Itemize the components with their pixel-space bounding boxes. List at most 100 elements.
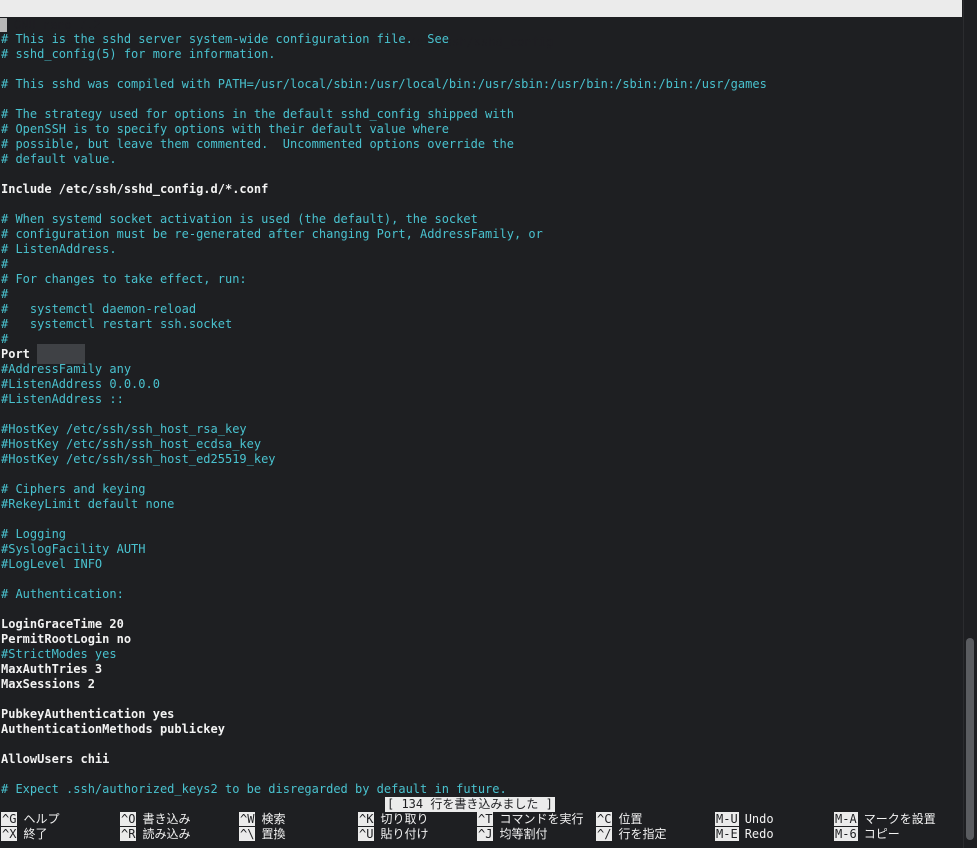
config-directive-line: MaxAuthTries 3 (1, 662, 961, 677)
comment-line: #SyslogFacility AUTH (1, 542, 961, 557)
config-directive-line: PubkeyAuthentication yes (1, 707, 961, 722)
line-text: # (1, 257, 9, 271)
scrollbar-thumb[interactable] (966, 638, 974, 840)
shortcut-key: ^W (239, 812, 256, 826)
shortcut-item: ^W 検索 (239, 812, 285, 827)
line-text: # possible, but leave them commented. Un… (1, 137, 514, 151)
shortcut-item: ^T コマンドを実行 (477, 812, 583, 827)
shortcut-key: ^K (358, 812, 375, 826)
line-text: # Expect .ssh/authorized_keys2 to be dis… (1, 782, 507, 796)
shortcut-key: ^T (477, 812, 494, 826)
line-text: # (1, 287, 9, 301)
line-text: #ListenAddress :: (1, 392, 124, 406)
line-text: PermitRootLogin no (1, 632, 132, 646)
comment-line: #HostKey /etc/ssh/ssh_host_rsa_key (1, 422, 961, 437)
config-directive-line: MaxSessions 2 (1, 677, 961, 692)
shortcut-key: ^\ (239, 827, 256, 841)
comment-line: #RekeyLimit default none (1, 497, 961, 512)
line-text: # This is the sshd server system-wide co… (1, 32, 449, 46)
shortcut-label: コマンドを実行 (499, 812, 584, 826)
config-directive-line: Include /etc/ssh/sshd_config.d/*.conf (1, 182, 961, 197)
shortcut-key: ^/ (596, 827, 613, 841)
shortcut-label: 均等割付 (499, 827, 548, 841)
shortcut-key: ^R (120, 827, 137, 841)
comment-line: # ListenAddress. (1, 242, 961, 257)
shortcut-key: ^X (1, 827, 18, 841)
shortcut-key: ^G (1, 812, 18, 826)
shortcut-label: ヘルプ (23, 812, 60, 826)
shortcut-key: ^C (596, 812, 613, 826)
line-text: # ListenAddress. (1, 242, 117, 256)
line-text: #HostKey /etc/ssh/ssh_host_ed25519_key (1, 452, 276, 466)
status-message: [ 134 行を書き込みました ] (385, 797, 555, 812)
editor-text-area[interactable]: # This is the sshd server system-wide co… (1, 32, 961, 797)
title-bar: GNU nano 7.2 /etc/ssh/sshd_config (0, 0, 962, 49)
config-directive-line: AllowUsers chii (1, 752, 961, 767)
shortcut-item: ^\ 置換 (239, 827, 285, 842)
comment-line: # possible, but leave them commented. Un… (1, 137, 961, 152)
comment-line: #HostKey /etc/ssh/ssh_host_ed25519_key (1, 452, 961, 467)
line-text: Include /etc/ssh/sshd_config.d/*.conf (1, 182, 269, 196)
line-text: MaxSessions 2 (1, 677, 95, 691)
line-text: # systemctl daemon-reload (1, 302, 197, 316)
line-text: # (1, 332, 9, 346)
shortcut-key: M-6 (834, 827, 858, 841)
shortcut-label: Redo (744, 827, 774, 841)
redacted-value (37, 344, 86, 364)
shortcut-key: M-E (715, 827, 739, 841)
comment-line: #ListenAddress :: (1, 392, 961, 407)
config-directive-line: LoginGraceTime 20 (1, 617, 961, 632)
comment-line: # default value. (1, 152, 961, 167)
shortcut-key: ^U (358, 827, 375, 841)
shortcut-item: M-U Undo (715, 812, 774, 827)
comment-line: # sshd_config(5) for more information. (1, 47, 961, 62)
shortcut-label: 読み込み (142, 827, 191, 841)
shortcut-item: ^O 書き込み (120, 812, 190, 827)
comment-line: # When systemd socket activation is used… (1, 212, 961, 227)
shortcut-item: M-6 コピー (834, 827, 900, 842)
line-text: # The strategy used for options in the d… (1, 107, 514, 121)
line-text: # default value. (1, 152, 117, 166)
comment-line: # The strategy used for options in the d… (1, 107, 961, 122)
comment-line: # For changes to take effect, run: (1, 272, 961, 287)
line-text: LoginGraceTime 20 (1, 617, 124, 631)
line-text: #HostKey /etc/ssh/ssh_host_rsa_key (1, 422, 247, 436)
shortcut-label: 置換 (261, 827, 286, 841)
shortcut-item: M-E Redo (715, 827, 774, 842)
shortcut-label: 位置 (618, 812, 643, 826)
shortcut-label: Undo (744, 812, 774, 826)
comment-line: #AddressFamily any (1, 362, 961, 377)
line-text: PubkeyAuthentication yes (1, 707, 175, 721)
text-cursor (0, 18, 7, 32)
shortcut-label: 書き込み (142, 812, 191, 826)
comment-line: # (1, 287, 961, 302)
comment-line: # Expect .ssh/authorized_keys2 to be dis… (1, 782, 961, 797)
shortcut-item: ^R 読み込み (120, 827, 190, 842)
comment-line: # Logging (1, 527, 961, 542)
line-text: # configuration must be re-generated aft… (1, 227, 543, 241)
shortcut-item: M-A マークを設置 (834, 812, 936, 827)
shortcut-item: ^G ヘルプ (1, 812, 59, 827)
comment-line: #LogLevel INFO (1, 557, 961, 572)
shortcut-item: ^C 位置 (596, 812, 642, 827)
comment-line: # Ciphers and keying (1, 482, 961, 497)
comment-line: # (1, 257, 961, 272)
line-text: #HostKey /etc/ssh/ssh_host_ecdsa_key (1, 437, 262, 451)
comment-line: # systemctl restart ssh.socket (1, 317, 961, 332)
shortcut-label: コピー (863, 827, 900, 841)
shortcut-label: 終了 (23, 827, 48, 841)
comment-line: #ListenAddress 0.0.0.0 (1, 377, 961, 392)
line-text: # OpenSSH is to specify options with the… (1, 122, 449, 136)
line-text: #StrictModes yes (1, 647, 117, 661)
shortcut-item: ^K 切り取り (358, 812, 428, 827)
line-text: # This sshd was compiled with PATH=/usr/… (1, 77, 767, 91)
comment-line: # configuration must be re-generated aft… (1, 227, 961, 242)
line-text: #SyslogFacility AUTH (1, 542, 146, 556)
